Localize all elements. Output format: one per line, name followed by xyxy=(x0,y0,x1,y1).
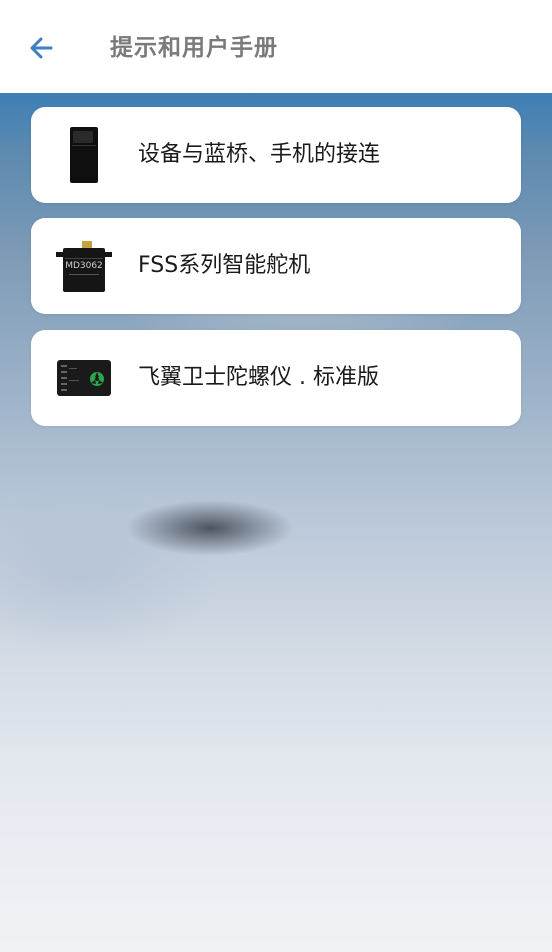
manual-item-bluetooth-bridge[interactable]: 设备与蓝桥、手机的接连 xyxy=(31,107,521,203)
manual-item-gyroscope[interactable]: 飞翼卫士陀螺仪 . 标准版 xyxy=(31,330,521,426)
servo-model-text: MD3062 xyxy=(65,261,103,271)
servo-image: MD3062 xyxy=(53,234,115,298)
back-button[interactable] xyxy=(22,28,62,68)
manual-item-label: 飞翼卫士陀螺仪 . 标准版 xyxy=(138,365,379,390)
page-title: 提示和用户手册 xyxy=(110,35,278,61)
app-header: 提示和用户手册 xyxy=(0,0,552,93)
manual-item-fss-servo[interactable]: MD3062 FSS系列智能舵机 xyxy=(31,218,521,314)
manual-item-label: FSS系列智能舵机 xyxy=(138,253,311,278)
arrow-left-icon xyxy=(30,37,53,59)
manual-item-label: 设备与蓝桥、手机的接连 xyxy=(138,142,381,167)
gyroscope-board-image xyxy=(53,346,115,410)
bluetooth-bridge-device-image xyxy=(53,123,115,187)
